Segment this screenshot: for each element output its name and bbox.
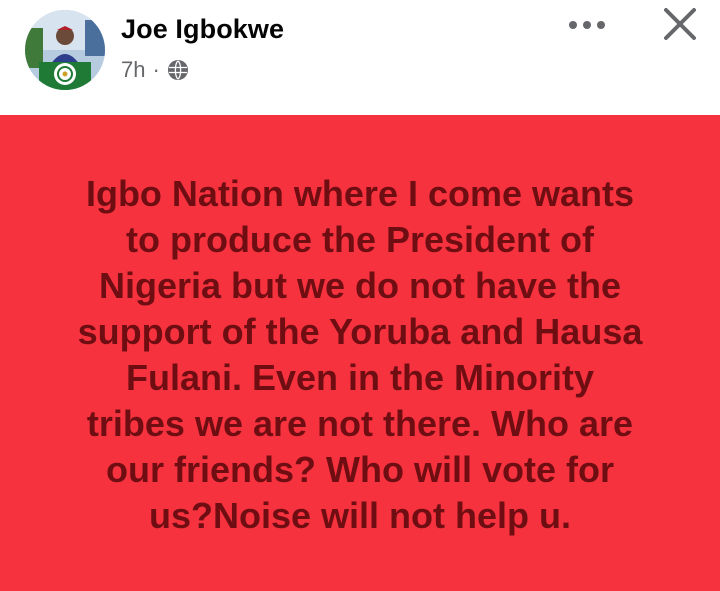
post-body: Igbo Nation where I come wants to produc… <box>0 115 720 591</box>
close-icon <box>663 7 697 46</box>
post-meta: 7h · <box>121 56 189 84</box>
globe-icon <box>167 59 189 81</box>
author-name[interactable]: Joe Igbokwe <box>121 14 284 45</box>
close-button[interactable] <box>656 4 704 48</box>
more-options-icon <box>567 17 607 35</box>
profile-photo <box>25 10 105 90</box>
avatar[interactable] <box>25 10 105 90</box>
post-time[interactable]: 7h <box>121 57 145 83</box>
more-options-button[interactable] <box>562 8 612 44</box>
meta-separator: · <box>152 57 160 82</box>
post-text: Igbo Nation where I come wants to produc… <box>77 173 643 536</box>
post-header: Joe Igbokwe 7h · <box>0 0 720 115</box>
